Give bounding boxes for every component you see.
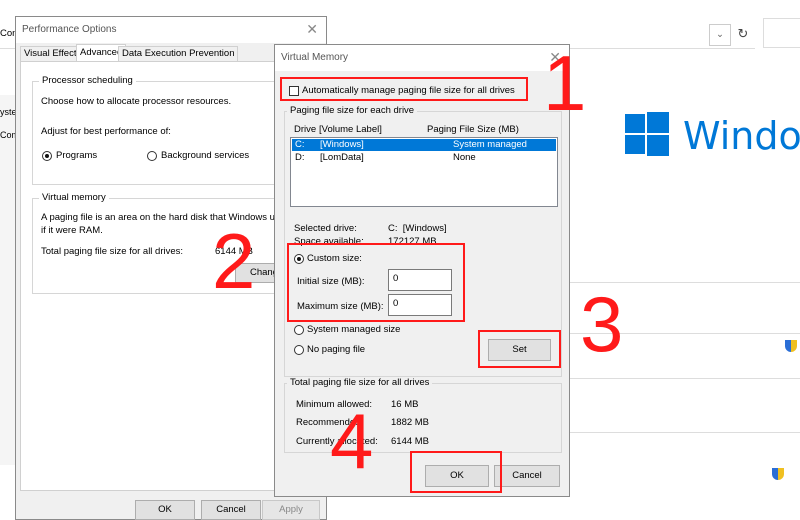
total-paging-group-title: Total paging file size for all drives — [287, 377, 433, 388]
adjust-label: Adjust for best performance of: — [41, 126, 171, 137]
col-volume-label: [Volume Label] — [319, 124, 382, 135]
tab-label: Visual Effects — [24, 48, 82, 59]
step-3-label: 3 — [580, 280, 624, 368]
processor-scheduling-group: Processor scheduling Choose how to alloc… — [32, 75, 312, 185]
drive-row-size: System managed — [453, 139, 527, 150]
drive-row[interactable]: D: [LomData] None — [292, 152, 556, 164]
paging-file-group-title: Paging file size for each drive — [287, 105, 418, 116]
no-paging-file-radio[interactable] — [294, 345, 304, 355]
perf-apply-button[interactable]: Apply — [262, 500, 320, 520]
selected-drive-label: Selected drive: — [294, 223, 357, 234]
virtual-memory-group: Virtual memory A paging file is an area … — [32, 192, 312, 294]
vm-cancel-label: Cancel — [512, 470, 542, 481]
tab-label: Advanced — [80, 47, 123, 58]
address-dropdown-icon[interactable]: ⌄ — [709, 24, 731, 46]
no-paging-file-label: No paging file — [307, 344, 366, 355]
highlight-set-button — [478, 330, 561, 368]
perf-titlebar: Performance Options ✕ — [16, 17, 326, 43]
min-allowed-value: 16 MB — [391, 399, 419, 410]
step-4-label: 4 — [330, 397, 374, 485]
vm-titlebar: Virtual Memory ✕ — [275, 45, 569, 71]
drive-row-label: [LomData] — [320, 152, 364, 163]
drive-row-drive: D: — [295, 152, 305, 163]
drive-row-drive: C: — [295, 139, 305, 150]
drive-row-selected[interactable]: C: [Windows] System managed — [292, 139, 556, 151]
refresh-icon[interactable]: ↻ — [733, 24, 753, 44]
close-icon[interactable]: ✕ — [306, 21, 318, 38]
vm-title: Virtual Memory — [281, 52, 349, 63]
perf-ok-button[interactable]: OK — [135, 500, 195, 520]
processor-desc: Choose how to allocate processor resourc… — [41, 96, 232, 107]
drive-row-size: None — [453, 152, 476, 163]
highlight-ok-button — [410, 451, 502, 493]
system-managed-label: System managed size — [307, 324, 401, 335]
background-services-radio[interactable] — [147, 151, 157, 161]
col-paging-size: Paging File Size (MB) — [427, 124, 519, 135]
background-services-label: Background services — [161, 150, 250, 161]
step-1-label: 1 — [543, 39, 587, 127]
tab-label: Data Execution Prevention — [122, 48, 235, 59]
perf-ok-label: OK — [158, 504, 172, 515]
windows-logo-text: Window — [683, 114, 800, 158]
col-drive: Drive — [294, 124, 317, 135]
system-managed-radio[interactable] — [294, 325, 304, 335]
windows-logo: Window — [625, 112, 800, 162]
perf-title: Performance Options — [22, 24, 117, 35]
selected-drive-value: C: [Windows] — [388, 223, 447, 234]
drive-list: C: [Windows] System managed D: [LomData]… — [290, 137, 558, 207]
bg-divider-3 — [565, 378, 800, 379]
uac-shield-icon — [785, 340, 797, 352]
perf-apply-label: Apply — [279, 504, 303, 515]
tab-data-execution-prevention[interactable]: Data Execution Prevention — [118, 46, 239, 61]
search-box[interactable] — [763, 18, 800, 48]
windows-flag-icon — [625, 112, 669, 156]
vm-desc-line2: if it were RAM. — [41, 225, 103, 236]
vm-cancel-button[interactable]: Cancel — [494, 465, 560, 487]
step-2-label: 2 — [212, 217, 256, 305]
programs-radio[interactable] — [42, 151, 52, 161]
highlight-auto-manage — [280, 77, 528, 101]
vm-total-label: Total paging file size for all drives: — [41, 246, 184, 257]
highlight-custom-size — [287, 243, 465, 322]
processor-scheduling-title: Processor scheduling — [39, 75, 136, 86]
perf-cancel-button[interactable]: Cancel — [201, 500, 261, 520]
programs-label: Programs — [56, 150, 98, 161]
virtual-memory-title: Virtual memory — [39, 192, 109, 203]
total-paging-group: Total paging file size for all drives Mi… — [284, 377, 562, 453]
uac-shield-icon-2 — [772, 468, 784, 480]
currently-allocated-value: 6144 MB — [391, 436, 430, 447]
drive-row-label: [Windows] — [320, 139, 364, 150]
perf-cancel-label: Cancel — [216, 504, 246, 515]
bg-divider-4 — [565, 432, 800, 433]
recommended-value: 1882 MB — [391, 417, 430, 428]
